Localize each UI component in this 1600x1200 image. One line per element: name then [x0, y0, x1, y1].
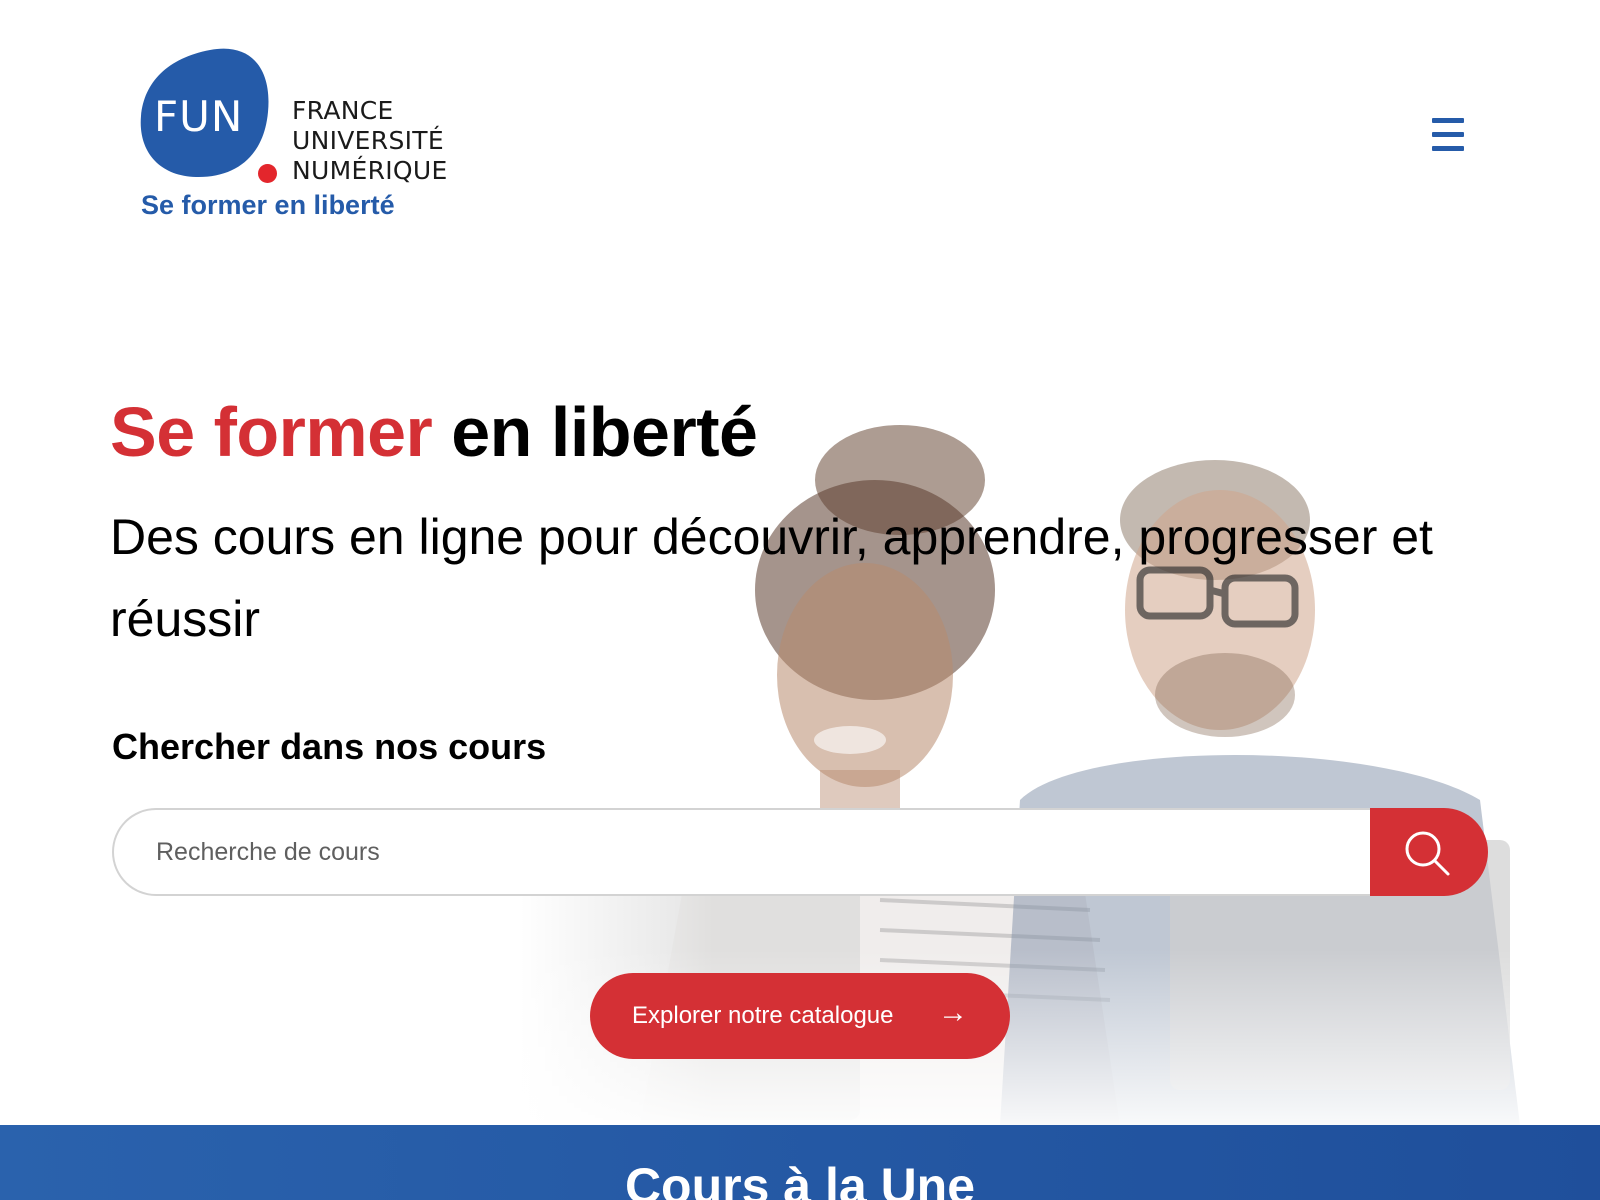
logo-line-numerique: NUMÉRIQUE	[292, 156, 448, 185]
featured-courses-section: Cours à la Une	[0, 1125, 1600, 1200]
logo-line-universite: UNIVERSITÉ	[292, 126, 444, 155]
menu-bar	[1432, 132, 1464, 137]
featured-courses-title: Cours à la Une	[624, 1158, 976, 1200]
course-search-input[interactable]	[112, 808, 1374, 896]
menu-bar	[1432, 146, 1464, 151]
explore-catalog-label: Explorer notre catalogue	[632, 1002, 894, 1029]
explore-catalog-button[interactable]: Explorer notre catalogue →	[590, 973, 1010, 1059]
logo-wordmark: FRANCE UNIVERSITÉ NUMÉRIQUE	[292, 96, 448, 186]
hero-title-highlight: Se former	[110, 393, 433, 471]
hero-title: Se former en liberté	[110, 390, 758, 474]
search-heading: Chercher dans nos cours	[112, 726, 547, 767]
course-search-form	[112, 808, 1488, 896]
arrow-right-icon: →	[938, 996, 968, 1029]
search-icon	[1405, 831, 1450, 876]
fun-logo-link[interactable]: FUN FRANCE UNIVERSITÉ NUMÉRIQUE Se forme…	[140, 48, 450, 230]
menu-bar	[1432, 118, 1464, 123]
hero-subtitle: Des cours en ligne pour découvrir, appre…	[110, 509, 1433, 647]
site-header: FUN FRANCE UNIVERSITÉ NUMÉRIQUE Se forme…	[0, 0, 1600, 260]
hamburger-menu-icon[interactable]	[1432, 118, 1466, 154]
logo-red-dot	[258, 164, 277, 183]
hero-section: Se former en liberté Des cours en ligne …	[0, 260, 1600, 1125]
logo-short-name: FUN	[154, 92, 244, 141]
search-button[interactable]	[1370, 808, 1488, 896]
logo-line-france: FRANCE	[292, 96, 394, 125]
hero-title-rest: en liberté	[451, 393, 758, 471]
logo-tagline: Se former en liberté	[141, 190, 395, 220]
